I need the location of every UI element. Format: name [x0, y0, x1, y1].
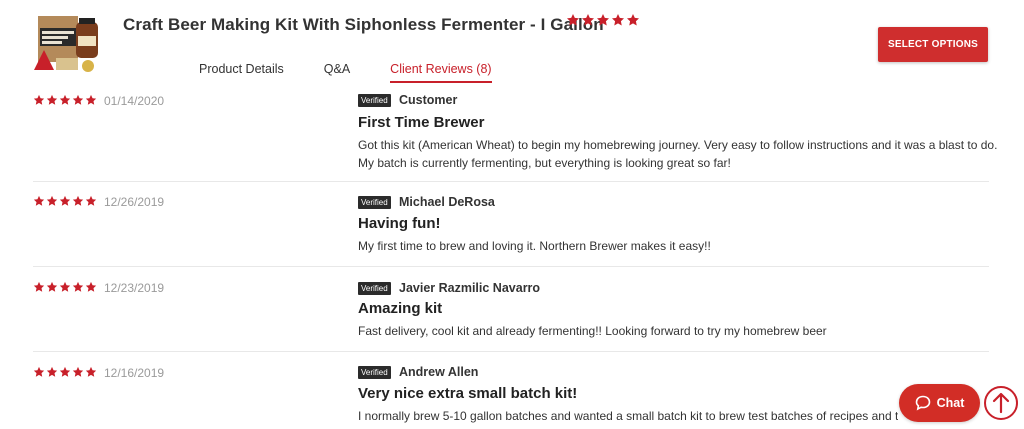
review-rating [33, 94, 97, 106]
review-rating [33, 366, 97, 378]
star-icon [46, 94, 58, 106]
product-title: Craft Beer Making Kit With Siphonless Fe… [123, 15, 604, 34]
review-divider [33, 181, 989, 182]
review-body: Got this kit (American Wheat) to begin m… [358, 138, 998, 170]
review-divider [33, 266, 989, 267]
review-date: 12/23/2019 [104, 281, 165, 295]
arrow-up-icon [984, 386, 1018, 420]
star-icon [581, 13, 595, 27]
review-date: 01/14/2020 [104, 94, 165, 108]
review-body: Fast delivery, cool kit and already ferm… [358, 324, 827, 338]
star-icon [46, 366, 58, 378]
review-title: Having fun! [358, 215, 441, 232]
verified-badge: Verified [358, 196, 391, 209]
review-author: Andrew Allen [399, 365, 479, 379]
product-tabs: Product Details Q&A Client Reviews (8) [199, 62, 532, 83]
product-thumbnail[interactable] [32, 12, 104, 76]
star-icon [72, 366, 84, 378]
review-date: 12/26/2019 [104, 195, 165, 209]
star-icon [33, 195, 45, 207]
star-icon [33, 94, 45, 106]
product-image-icon [34, 16, 98, 72]
verified-badge: Verified [358, 282, 391, 295]
sticky-product-header: Craft Beer Making Kit With Siphonless Fe… [0, 0, 1024, 90]
review-author: Customer [399, 93, 458, 107]
star-icon [566, 13, 580, 27]
star-icon [33, 281, 45, 293]
tab-client-reviews[interactable]: Client Reviews (8) [390, 62, 492, 83]
tab-product-details[interactable]: Product Details [199, 62, 284, 83]
star-icon [59, 366, 71, 378]
star-icon [59, 94, 71, 106]
chat-label: Chat [936, 396, 965, 410]
star-icon [46, 195, 58, 207]
review-rating [33, 281, 97, 293]
chat-bubble-icon [915, 395, 930, 411]
review-author: Michael DeRosa [399, 195, 495, 209]
star-icon [85, 195, 97, 207]
star-icon [596, 13, 610, 27]
review-divider [33, 351, 989, 352]
star-icon [85, 366, 97, 378]
star-icon [611, 13, 625, 27]
tab-qa[interactable]: Q&A [324, 62, 350, 83]
star-icon [85, 94, 97, 106]
star-icon [59, 281, 71, 293]
select-options-button[interactable]: SELECT OPTIONS [878, 27, 988, 62]
review-body: I normally brew 5-10 gallon batches and … [358, 409, 898, 423]
scroll-top-button[interactable] [983, 385, 1019, 421]
star-icon [46, 281, 58, 293]
star-icon [85, 281, 97, 293]
review-rating [33, 195, 97, 207]
review-date: 12/16/2019 [104, 366, 165, 380]
chat-button[interactable]: Chat [899, 384, 980, 422]
product-rating[interactable] [566, 13, 640, 27]
star-icon [33, 366, 45, 378]
review-title: First Time Brewer [358, 114, 485, 131]
star-icon [72, 94, 84, 106]
star-icon [72, 281, 84, 293]
verified-badge: Verified [358, 366, 391, 379]
review-body: My first time to brew and loving it. Nor… [358, 239, 711, 253]
star-icon [72, 195, 84, 207]
review-title: Amazing kit [358, 300, 443, 317]
review-author: Javier Razmilic Navarro [399, 281, 541, 295]
star-icon [59, 195, 71, 207]
star-icon [626, 13, 640, 27]
review-title: Very nice extra small batch kit! [358, 385, 578, 402]
verified-badge: Verified [358, 94, 391, 107]
